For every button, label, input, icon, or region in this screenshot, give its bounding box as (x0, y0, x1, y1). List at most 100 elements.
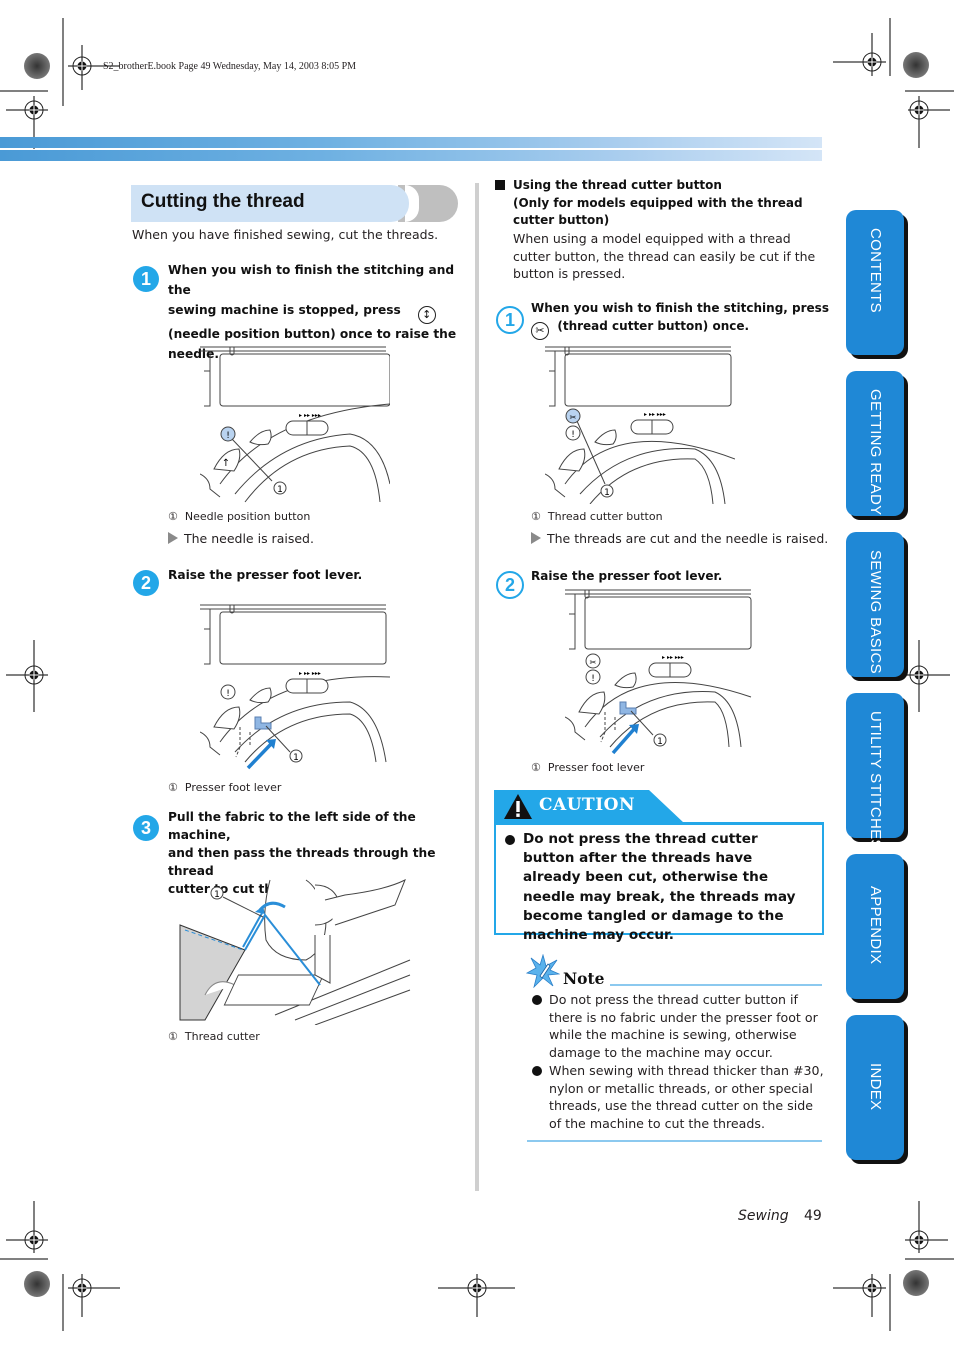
side-tab-utility-stitches[interactable]: UTILITY STITCHES (846, 693, 904, 850)
callout-number: ① (531, 510, 541, 523)
side-tab-label: APPENDIX (867, 886, 884, 965)
svg-text:!: ! (226, 689, 230, 699)
svg-text:↑: ↑ (222, 458, 230, 469)
svg-text:!: ! (571, 430, 575, 440)
result-arrow-icon (168, 532, 178, 544)
result-arrow-icon (531, 532, 541, 544)
result-threads-cut: The threads are cut and the needle is ra… (531, 531, 828, 546)
color-target-icon (903, 1270, 929, 1296)
illustration-presser-foot-right: ✂ ! ▸ ▸▸ ▸▸▸ 1 (565, 589, 752, 755)
subsection-body-line: When using a model equipped with a threa… (513, 231, 791, 246)
right-step-1-text: When you wish to finish the stitching, p… (531, 299, 829, 340)
section-title: Cutting the thread (141, 191, 305, 212)
side-tab-sewing-basics[interactable]: SEWING BASICS (846, 532, 904, 677)
side-tab-appendix[interactable]: APPENDIX (846, 854, 904, 999)
subsection-body-line: button is pressed. (513, 266, 626, 281)
step-3-line: Pull the fabric to the left side of the … (168, 810, 416, 842)
note-icon (526, 954, 560, 988)
step-3-badge: 3 (133, 815, 159, 841)
caption-thread-cutter-button: ① Thread cutter button (531, 510, 663, 523)
side-tab-label: SEWING BASICS (867, 550, 884, 674)
right-step-1-line: ✂ (thread cutter button) once. (531, 317, 829, 340)
speed-marks: ▸ ▸▸ ▸▸▸ (644, 411, 666, 418)
svg-text:1: 1 (277, 485, 283, 495)
side-tab-getting-ready[interactable]: GETTING READY (846, 371, 904, 516)
caption-text: Presser foot lever (184, 781, 282, 794)
note-rule-top (610, 984, 822, 986)
speed-marks: ▸ ▸▸ ▸▸▸ (299, 412, 321, 419)
color-target-icon (903, 52, 929, 78)
intro-text: When you have finished sewing, cut the t… (132, 227, 439, 242)
caption-presser-foot: ① Presser foot lever (168, 781, 281, 794)
subsection-title-line: cutter button) (513, 213, 610, 227)
bullet-icon (532, 1066, 542, 1076)
square-bullet-icon (495, 180, 505, 190)
note-title: Note (563, 969, 605, 988)
callout-number: ① (168, 781, 178, 794)
step-1-line-text: sewing machine is stopped, press (168, 303, 401, 317)
note-item-2: When sewing with thread thicker than #30… (549, 1063, 824, 1131)
callout-number: ① (168, 1030, 178, 1043)
caption-presser-foot-right: ① Presser foot lever (531, 761, 644, 774)
illustration-thread-cutter: 1 (179, 878, 411, 1025)
header-band-bottom (0, 150, 822, 161)
page-number: 49 (804, 1208, 822, 1224)
bullet-icon (532, 995, 542, 1005)
svg-text:!: ! (591, 674, 595, 684)
subsection-title: Using the thread cutter button (Only for… (513, 177, 803, 230)
right-step-2-text: Raise the presser foot lever. (531, 569, 723, 583)
caution-text: Do not press the thread cutter button af… (523, 831, 796, 944)
result-needle-raised: The needle is raised. (168, 531, 314, 546)
right-step-1-line-text: (thread cutter button) once. (557, 319, 750, 333)
svg-text:✂: ✂ (590, 658, 597, 667)
print-info: S2_brotherE.book Page 49 Wednesday, May … (103, 61, 357, 72)
speed-marks: ▸ ▸▸ ▸▸▸ (299, 670, 321, 677)
needle-position-icon: ↕ (417, 306, 436, 324)
svg-text:✂: ✂ (570, 413, 577, 422)
side-tab-index[interactable]: INDEX (846, 1015, 904, 1160)
side-tab-label: INDEX (867, 1063, 884, 1111)
side-tab-label: CONTENTS (867, 228, 884, 313)
caution-title: CAUTION (539, 795, 635, 815)
subsection-title-line: (Only for models equipped with the threa… (513, 195, 803, 210)
step-2-badge: 2 (133, 570, 159, 596)
illustration-thread-cutter-button: ✂ ! ▸ ▸▸ ▸▸▸ 1 (545, 346, 735, 504)
svg-text:1: 1 (293, 753, 299, 763)
subsection-body: When using a model equipped with a threa… (513, 230, 815, 283)
result-text: The needle is raised. (184, 531, 314, 546)
subsection-title-line: Using the thread cutter button (513, 178, 722, 192)
caption-text: Thread cutter (184, 1030, 260, 1043)
step-1-line: (needle position button) once to raise t… (168, 327, 457, 341)
caption-needle-position: ① Needle position button (168, 510, 310, 523)
step-1-badge: 1 (133, 266, 159, 292)
caption-text: Thread cutter button (547, 510, 663, 523)
color-target-icon (24, 1271, 50, 1297)
step-1-line: When you wish to finish the stitching an… (168, 263, 455, 297)
footer-section: Sewing (738, 1208, 789, 1224)
speed-marks: ▸ ▸▸ ▸▸▸ (662, 654, 684, 661)
subsection-body-line: cutter button, the thread can easily be … (513, 248, 816, 264)
caption-text: Needle position button (184, 510, 311, 523)
svg-text:1: 1 (214, 890, 220, 900)
side-tab-contents[interactable]: CONTENTS (846, 210, 904, 355)
right-step-1-line: When you wish to finish the stitching, p… (531, 301, 829, 315)
illustration-presser-foot: ! ▸ ▸▸ ▸▸▸ 1 (200, 604, 390, 770)
illustration-needle-position: ↑ ! ▸ ▸▸ ▸▸▸ 1 (200, 346, 390, 503)
column-divider (475, 183, 479, 1191)
color-target-icon (24, 53, 50, 79)
svg-text:1: 1 (604, 488, 610, 498)
caption-text: Presser foot lever (547, 761, 645, 774)
caption-thread-cutter: ① Thread cutter (168, 1030, 260, 1043)
svg-text:1: 1 (657, 737, 663, 747)
step-1-line: sewing machine is stopped, press ↕ (168, 300, 468, 324)
step-2-text: Raise the presser foot lever. (168, 568, 363, 582)
result-text: The threads are cut and the needle is ra… (547, 531, 829, 546)
header-band-top (0, 137, 822, 148)
side-tab-label: GETTING READY (867, 389, 884, 516)
side-tab-label: UTILITY STITCHES (867, 711, 884, 850)
warning-icon (504, 794, 532, 819)
svg-text:!: ! (226, 431, 230, 441)
thread-cutter-icon: ✂ (531, 322, 549, 340)
callout-number: ① (168, 510, 178, 523)
note-item-1: Do not press the thread cutter button if… (549, 992, 818, 1060)
